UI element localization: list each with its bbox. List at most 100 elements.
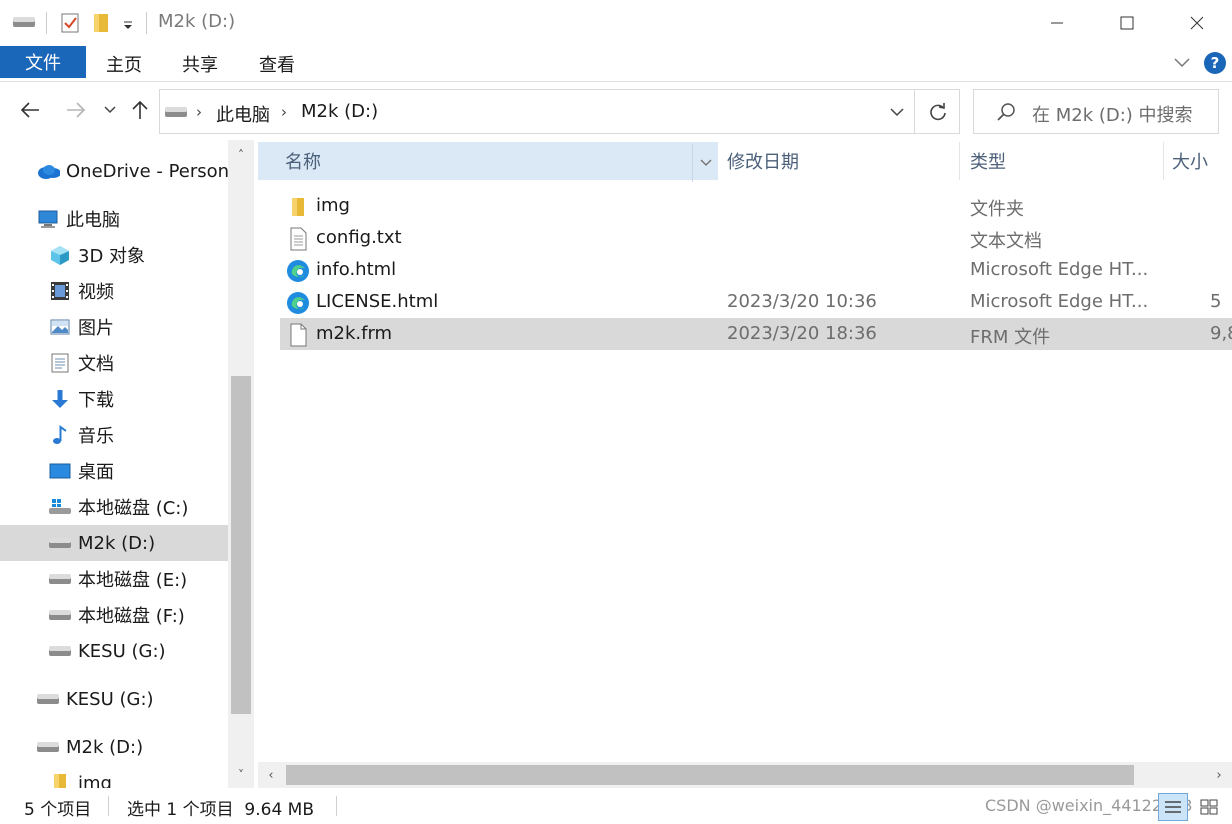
forward-button[interactable] (62, 96, 90, 124)
address-history-button[interactable] (882, 100, 912, 124)
nav-scrollbar[interactable]: ˄ ˅ (228, 140, 254, 788)
drive-icon (48, 639, 72, 663)
downloads-icon (48, 387, 72, 411)
column-header-date[interactable]: 修改日期 (727, 142, 799, 180)
sidebar-item-label: img (78, 772, 112, 789)
tab-view[interactable]: 查看 (259, 51, 295, 77)
search-input[interactable]: 在 M2k (D:) 中搜索 (973, 89, 1219, 134)
scroll-left-icon[interactable]: ‹ (258, 762, 284, 788)
tab-share[interactable]: 共享 (182, 51, 218, 77)
up-button[interactable] (126, 96, 154, 124)
refresh-icon (929, 102, 946, 120)
text-file-icon (286, 227, 310, 251)
minimize-icon (1051, 22, 1063, 24)
sidebar-item-label: 3D 对象 (78, 246, 146, 267)
sidebar-item-documents[interactable]: 文档 (0, 345, 228, 381)
sidebar-item-music[interactable]: 音乐 (0, 417, 228, 453)
properties-icon[interactable] (60, 12, 80, 39)
column-header-type[interactable]: 类型 (970, 142, 1006, 180)
file-row[interactable]: img 文件夹 (280, 190, 1232, 222)
sidebar-item-videos[interactable]: 视频 (0, 273, 228, 309)
videos-icon (48, 279, 72, 303)
sidebar-item-onedrive[interactable]: OneDrive - Persona (0, 153, 240, 189)
horizontal-scrollbar-thumb[interactable] (286, 765, 1134, 785)
title-bar: M2k (D:) (0, 0, 1232, 46)
sidebar-item-downloads[interactable]: 下载 (0, 381, 228, 417)
file-row[interactable]: config.txt 文本文档 (280, 222, 1232, 254)
file-name: LICENSE.html (316, 291, 439, 312)
sidebar-item-this-pc[interactable]: 此电脑 (0, 201, 228, 237)
large-icons-view-icon (1200, 799, 1218, 815)
drive-icon (36, 687, 60, 711)
file-row[interactable]: LICENSE.html 2023/3/20 10:36 Microsoft E… (280, 286, 1232, 318)
sidebar-item-label: 音乐 (78, 426, 114, 447)
window-title: M2k (D:) (158, 11, 236, 32)
refresh-button[interactable] (914, 90, 960, 133)
arrow-right-icon (67, 102, 86, 118)
breadcrumb-separator-icon[interactable]: › (196, 103, 202, 121)
breadcrumb-drive[interactable]: M2k (D:) (301, 101, 378, 122)
column-header-size[interactable]: 大小 (1172, 142, 1208, 180)
sidebar-item-img[interactable]: img (0, 765, 228, 788)
close-button[interactable] (1162, 0, 1232, 46)
sidebar-item-drive-e[interactable]: 本地磁盘 (E:) (0, 561, 228, 597)
drive-icon (48, 603, 72, 627)
file-row[interactable]: m2k.frm 2023/3/20 18:36 FRM 文件 9,8 (280, 318, 1232, 350)
onedrive-icon (36, 159, 60, 183)
search-icon (996, 102, 1016, 127)
windows-drive-icon (48, 495, 72, 519)
breadcrumb-this-pc[interactable]: 此电脑 (216, 101, 270, 127)
scroll-up-icon[interactable]: ˄ (228, 142, 254, 168)
tab-file[interactable]: 文件 (0, 46, 86, 78)
tab-home[interactable]: 主页 (106, 51, 142, 77)
sidebar-item-label: M2k (D:) (78, 532, 156, 554)
chevron-down-icon (104, 106, 116, 114)
address-bar[interactable]: › 此电脑 › M2k (D:) (159, 89, 960, 134)
nav-scrollbar-thumb[interactable] (231, 376, 251, 714)
file-name: img (316, 195, 350, 216)
maximize-button[interactable] (1092, 0, 1162, 46)
sidebar-item-label: KESU (G:) (78, 640, 166, 662)
file-type: 文本文档 (970, 231, 1042, 252)
sidebar-item-drive-f[interactable]: 本地磁盘 (F:) (0, 597, 228, 633)
sidebar-item-m2k-d[interactable]: M2k (D:) (0, 729, 228, 765)
file-row[interactable]: info.html Microsoft Edge HT... (280, 254, 1232, 286)
column-header-name[interactable]: 名称 ˄ (258, 140, 718, 182)
sidebar-item-label: M2k (D:) (66, 736, 144, 758)
column-header-name-label: 名称 (285, 152, 321, 173)
sidebar-item-label: KESU (G:) (66, 688, 154, 710)
file-name: config.txt (316, 227, 402, 248)
sidebar-item-3d-objects[interactable]: 3D 对象 (0, 237, 228, 273)
sidebar-item-drive-c[interactable]: 本地磁盘 (C:) (0, 489, 228, 525)
expand-ribbon-icon[interactable] (1172, 54, 1192, 75)
customize-toolbar-icon[interactable] (122, 16, 134, 36)
sidebar-item-label: 本地磁盘 (F:) (78, 606, 185, 627)
breadcrumb-separator-icon[interactable]: › (281, 103, 287, 121)
sidebar-item-kesu-g[interactable]: KESU (G:) (0, 681, 228, 717)
column-filter-button[interactable] (692, 144, 718, 182)
scroll-right-icon[interactable]: › (1206, 762, 1232, 788)
back-button[interactable] (16, 96, 44, 124)
3d-objects-icon (48, 243, 72, 267)
sidebar-item-label: 本地磁盘 (E:) (78, 570, 188, 591)
minimize-button[interactable] (1022, 0, 1092, 46)
recent-locations-button[interactable] (96, 96, 124, 124)
file-name: m2k.frm (316, 323, 393, 344)
sidebar-item-pictures[interactable]: 图片 (0, 309, 228, 345)
documents-icon (48, 351, 72, 375)
help-icon[interactable]: ? (1204, 52, 1226, 74)
sidebar-item-drive-g[interactable]: KESU (G:) (0, 633, 228, 669)
chevron-down-icon (890, 108, 904, 117)
status-bar: 5 个项目 选中 1 个项目 9.64 MB CSDN @weixin_4412… (0, 788, 1232, 824)
sidebar-item-label: OneDrive - Persona (66, 160, 241, 182)
large-icons-view-button[interactable] (1194, 793, 1224, 821)
details-view-button[interactable] (1158, 793, 1188, 821)
scroll-down-icon[interactable]: ˅ (228, 762, 254, 788)
file-size: 9,8 (1210, 323, 1232, 344)
sidebar-item-label: 图片 (78, 318, 114, 339)
sidebar-item-desktop[interactable]: 桌面 (0, 453, 228, 489)
details-view-icon (1165, 801, 1181, 813)
new-folder-icon[interactable] (92, 12, 110, 39)
sidebar-item-drive-d[interactable]: M2k (D:) (0, 525, 228, 561)
file-list-horizontal-scrollbar[interactable]: ‹ › (258, 762, 1232, 788)
